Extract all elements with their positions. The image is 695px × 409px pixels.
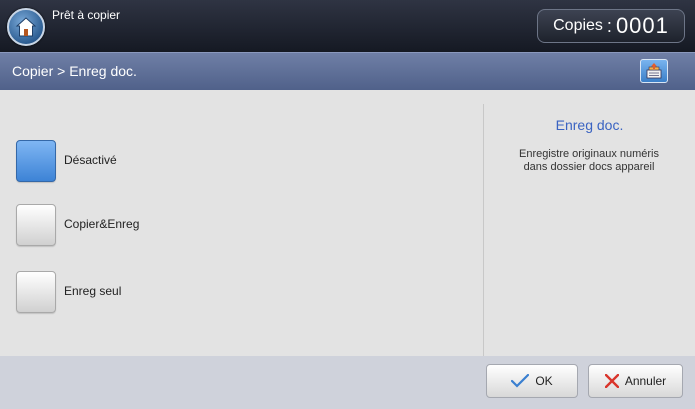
home-button[interactable]: [7, 8, 45, 46]
option-label: Enreg seul: [64, 284, 122, 298]
option-label: Copier&Enreg: [64, 217, 140, 231]
copy-store-screen: Prêt à copier Copies : 0001 Copier > Enr…: [0, 0, 695, 409]
option-enreg-seul[interactable]: Enreg seul: [16, 271, 316, 313]
copies-separator: :: [606, 15, 612, 36]
description-title: Enreg doc.: [555, 117, 624, 133]
option-checkbox[interactable]: [16, 204, 56, 246]
option-label: Désactivé: [64, 153, 117, 167]
cancel-button[interactable]: Annuler: [588, 364, 683, 398]
panel-divider: [483, 104, 484, 356]
main-content: Désactivé Copier&Enreg Enreg seul Enreg …: [0, 90, 695, 356]
action-bar: OK Annuler: [0, 356, 695, 409]
description-line-1: Enregistre originaux numéris: [518, 148, 659, 160]
ok-label: OK: [535, 374, 553, 388]
job-status-button[interactable]: [640, 59, 668, 83]
home-icon: [15, 17, 37, 37]
job-status-icon: [646, 63, 662, 79]
option-checkbox[interactable]: [16, 271, 56, 313]
copies-count: 0001: [615, 13, 669, 38]
copies-label: Copies: [553, 17, 603, 34]
breadcrumb: Copier > Enreg doc.: [12, 63, 137, 79]
status-bar: Prêt à copier Copies : 0001: [0, 0, 695, 52]
ok-button[interactable]: OK: [486, 364, 578, 398]
option-checkbox-selected[interactable]: [16, 140, 56, 182]
cancel-label: Annuler: [624, 374, 667, 388]
option-desactive[interactable]: Désactivé: [16, 140, 316, 182]
checkmark-icon: [511, 374, 530, 388]
close-icon: [604, 374, 619, 388]
machine-status: Prêt à copier: [52, 8, 121, 22]
description-text: Enregistre originaux numéris dans dossie…: [494, 148, 684, 174]
description-line-2: dans dossier docs appareil: [523, 161, 655, 173]
breadcrumb-bar: Copier > Enreg doc.: [0, 52, 695, 90]
option-copier-enreg[interactable]: Copier&Enreg: [16, 204, 316, 246]
copies-counter[interactable]: Copies : 0001: [537, 9, 685, 43]
